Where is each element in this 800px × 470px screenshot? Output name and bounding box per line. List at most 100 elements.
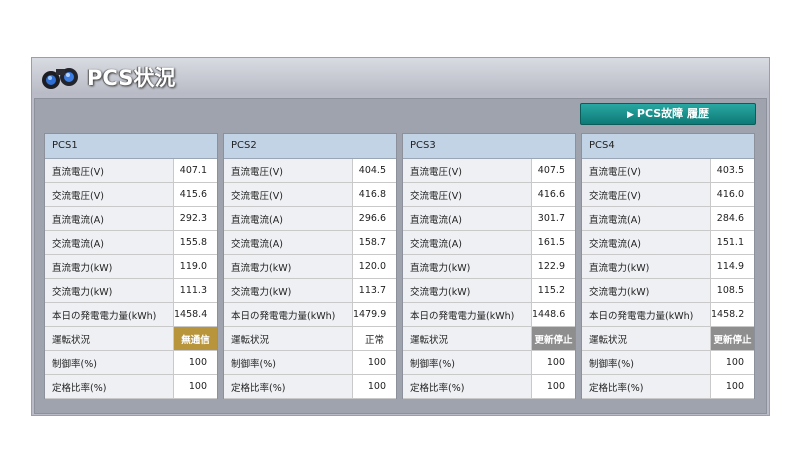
history-button-label: PCS故障 履歴 bbox=[636, 107, 709, 120]
row-value: 1458.4 bbox=[173, 302, 217, 327]
row-label: 交流電流(A) bbox=[45, 230, 174, 255]
row-label: 本日の発電電力量(kWh) bbox=[582, 302, 711, 327]
row-value: 100 bbox=[531, 374, 575, 399]
row-label: 交流電圧(V) bbox=[224, 182, 353, 207]
row-value: 158.7 bbox=[352, 230, 396, 255]
row-label: 直流電圧(V) bbox=[224, 159, 353, 183]
row-label: 定格比率(%) bbox=[45, 374, 174, 399]
table-row: 直流電圧(V) 404.5 bbox=[224, 159, 396, 183]
pcs-fault-history-button[interactable]: ▶ PCS故障 履歴 bbox=[580, 103, 756, 125]
row-label: 直流電圧(V) bbox=[45, 159, 174, 183]
table-row: 直流電圧(V) 403.5 bbox=[582, 159, 754, 183]
row-label: 交流電流(A) bbox=[403, 230, 532, 255]
table-row: 運転状況 更新停止 bbox=[582, 326, 754, 351]
table-row: 直流電力(kW) 119.0 bbox=[45, 254, 217, 279]
row-value: 155.8 bbox=[173, 230, 217, 255]
row-label: 定格比率(%) bbox=[403, 374, 532, 399]
pcs-table: 直流電圧(V) 403.5 交流電圧(V) 416.0 直流電流(A) 284.6 交流電流… bbox=[582, 159, 754, 399]
pcs-status-window: PCS状況 ▶ PCS故障 履歴 PCS1 直流電圧(V) 407.1 交流電圧(V) 4… bbox=[31, 57, 770, 416]
page-title: PCS状況 bbox=[87, 66, 176, 90]
status-badge: 更新停止 bbox=[710, 326, 754, 351]
table-row: 定格比率(%) 100 bbox=[582, 374, 754, 399]
table-row: 直流電流(A) 284.6 bbox=[582, 206, 754, 231]
row-value: 122.9 bbox=[531, 254, 575, 279]
row-value: 115.2 bbox=[531, 278, 575, 303]
row-value: 1448.6 bbox=[531, 302, 575, 327]
table-row: 本日の発電電力量(kWh) 1458.4 bbox=[45, 302, 217, 327]
table-row: 交流電力(kW) 115.2 bbox=[403, 278, 575, 303]
row-label: 直流電流(A) bbox=[224, 206, 353, 231]
table-row: 交流電流(A) 151.1 bbox=[582, 230, 754, 255]
table-row: 直流電力(kW) 122.9 bbox=[403, 254, 575, 279]
content-area: ▶ PCS故障 履歴 PCS1 直流電圧(V) 407.1 交流電圧(V) 415.6 直流… bbox=[34, 98, 767, 414]
row-value: 416.0 bbox=[710, 182, 754, 207]
panel-header: PCS1 bbox=[45, 134, 217, 159]
row-value: 114.9 bbox=[710, 254, 754, 279]
row-label: 制御率(%) bbox=[45, 350, 174, 375]
row-value: 151.1 bbox=[710, 230, 754, 255]
row-value: 292.3 bbox=[173, 206, 217, 231]
row-label: 交流電力(kW) bbox=[582, 278, 711, 303]
row-label: 直流電力(kW) bbox=[224, 254, 353, 279]
table-row: 運転状況 無通信 bbox=[45, 326, 217, 351]
title-bar: PCS状況 bbox=[32, 58, 769, 94]
table-row: 直流電圧(V) 407.1 bbox=[45, 159, 217, 183]
row-label: 直流電力(kW) bbox=[403, 254, 532, 279]
row-value: 100 bbox=[352, 350, 396, 375]
table-row: 交流電圧(V) 416.6 bbox=[403, 182, 575, 207]
row-value: 111.3 bbox=[173, 278, 217, 303]
row-label: 交流電圧(V) bbox=[45, 182, 174, 207]
row-value: 1458.2 bbox=[710, 302, 754, 327]
row-value: 100 bbox=[710, 374, 754, 399]
row-value: 108.5 bbox=[710, 278, 754, 303]
table-row: 定格比率(%) 100 bbox=[224, 374, 396, 399]
row-label: 交流電圧(V) bbox=[403, 182, 532, 207]
row-value: 407.1 bbox=[173, 159, 217, 183]
row-label: 交流電流(A) bbox=[582, 230, 711, 255]
row-value: 415.6 bbox=[173, 182, 217, 207]
pcs-panel-2: PCS2 直流電圧(V) 404.5 交流電圧(V) 416.8 直流電流(A) 296.6… bbox=[223, 133, 397, 399]
pcs-panel-3: PCS3 直流電圧(V) 407.5 交流電圧(V) 416.6 直流電流(A) 301.7… bbox=[402, 133, 576, 399]
row-label: 本日の発電電力量(kWh) bbox=[45, 302, 174, 327]
row-label: 直流電圧(V) bbox=[403, 159, 532, 183]
pcs-table: 直流電圧(V) 407.5 交流電圧(V) 416.6 直流電流(A) 301.7 交流電流… bbox=[403, 159, 575, 399]
row-label: 直流電流(A) bbox=[582, 206, 711, 231]
row-label: 運転状況 bbox=[45, 326, 174, 351]
table-row: 交流電力(kW) 108.5 bbox=[582, 278, 754, 303]
row-value: 100 bbox=[173, 350, 217, 375]
row-label: 運転状況 bbox=[403, 326, 532, 351]
row-value: 407.5 bbox=[531, 159, 575, 183]
table-row: 交流電圧(V) 416.8 bbox=[224, 182, 396, 207]
panel-header: PCS3 bbox=[403, 134, 575, 159]
table-row: 運転状況 更新停止 bbox=[403, 326, 575, 351]
pcs-table: 直流電圧(V) 407.1 交流電圧(V) 415.6 直流電流(A) 292.3 交流電流… bbox=[45, 159, 217, 399]
table-row: 本日の発電電力量(kWh) 1458.2 bbox=[582, 302, 754, 327]
row-label: 定格比率(%) bbox=[582, 374, 711, 399]
row-label: 本日の発電電力量(kWh) bbox=[403, 302, 532, 327]
status-badge: 更新停止 bbox=[531, 326, 575, 351]
table-row: 定格比率(%) 100 bbox=[45, 374, 217, 399]
row-label: 運転状況 bbox=[224, 326, 353, 351]
table-row: 交流電圧(V) 415.6 bbox=[45, 182, 217, 207]
table-row: 直流電流(A) 301.7 bbox=[403, 206, 575, 231]
row-value: 296.6 bbox=[352, 206, 396, 231]
table-row: 交流電力(kW) 111.3 bbox=[45, 278, 217, 303]
table-row: 直流電力(kW) 114.9 bbox=[582, 254, 754, 279]
status-badge: 正常 bbox=[352, 326, 396, 351]
row-label: 直流電力(kW) bbox=[582, 254, 711, 279]
table-row: 直流電流(A) 296.6 bbox=[224, 206, 396, 231]
row-value: 100 bbox=[531, 350, 575, 375]
table-row: 制御率(%) 100 bbox=[582, 350, 754, 375]
row-value: 161.5 bbox=[531, 230, 575, 255]
table-row: 直流電力(kW) 120.0 bbox=[224, 254, 396, 279]
row-value: 1479.9 bbox=[352, 302, 396, 327]
status-badge: 無通信 bbox=[173, 326, 217, 351]
row-label: 交流電流(A) bbox=[224, 230, 353, 255]
row-label: 交流電力(kW) bbox=[403, 278, 532, 303]
row-value: 100 bbox=[710, 350, 754, 375]
row-label: 制御率(%) bbox=[403, 350, 532, 375]
binoculars-icon bbox=[42, 68, 78, 89]
row-value: 284.6 bbox=[710, 206, 754, 231]
row-label: 本日の発電電力量(kWh) bbox=[224, 302, 353, 327]
row-label: 直流電流(A) bbox=[403, 206, 532, 231]
